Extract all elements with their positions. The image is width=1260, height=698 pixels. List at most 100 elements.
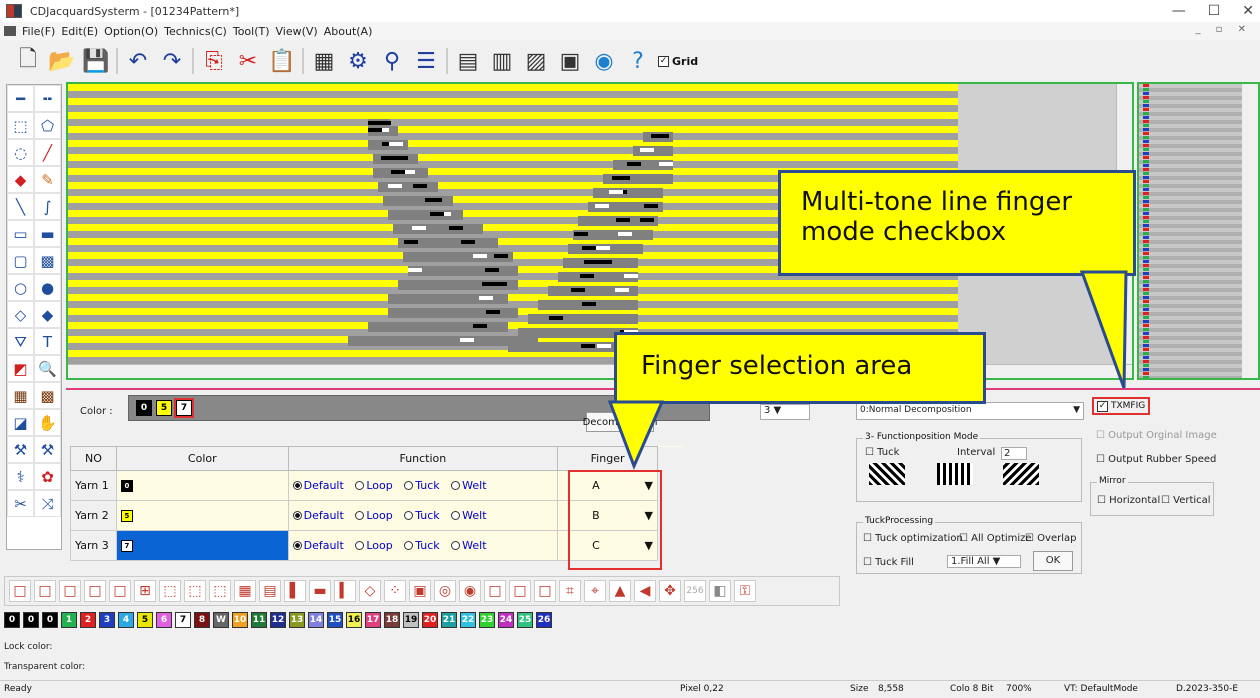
pencil-icon[interactable]: ✎ — [34, 166, 61, 193]
mode-pattern-3[interactable] — [1003, 463, 1039, 485]
palette-color-22[interactable]: 22 — [460, 612, 476, 628]
new-file-icon[interactable]: 🗋 — [14, 47, 42, 75]
radio-welt[interactable]: Welt — [451, 539, 487, 552]
pattern-icon[interactable]: ▦ — [310, 47, 338, 75]
palette-color-2[interactable]: 2 — [80, 612, 96, 628]
arrow-left-icon[interactable]: ◀ — [634, 580, 656, 602]
save-icon[interactable]: 💾 — [82, 47, 110, 75]
redo-icon[interactable]: ↷ — [158, 47, 186, 75]
radio-loop[interactable]: Loop — [355, 509, 393, 522]
ellipse-icon[interactable]: ○ — [7, 274, 34, 301]
menu-view[interactable]: View(V) — [276, 25, 318, 38]
square-icon[interactable]: □ — [59, 580, 81, 602]
menu-option[interactable]: Option(O) — [104, 25, 158, 38]
palette-color-3[interactable]: 3 — [99, 612, 115, 628]
color-index-panel[interactable] — [1137, 82, 1260, 380]
overlap-checkbox[interactable]: ☐ Overlap — [1025, 533, 1076, 544]
square-icon[interactable]: □ — [84, 580, 106, 602]
line-tool-icon[interactable]: ╲ — [7, 193, 34, 220]
palette-color-26[interactable]: 26 — [536, 612, 552, 628]
help-icon[interactable]: ? — [624, 47, 652, 75]
brush-icon[interactable]: ⚕ — [7, 463, 34, 490]
zoom-icon[interactable]: 🔍 — [34, 355, 61, 382]
palette-color-18[interactable]: 18 — [384, 612, 400, 628]
yarn-color-cell[interactable]: 0 — [115, 470, 289, 501]
diamond-icon[interactable]: ◇ — [7, 301, 34, 328]
tuck-optimization-checkbox[interactable]: ☐ Tuck optimization — [863, 533, 963, 544]
pattern-fill-icon[interactable]: ▦ — [7, 382, 34, 409]
columns-icon[interactable]: ▨ — [522, 47, 550, 75]
layer-icon[interactable]: ◪ — [7, 409, 34, 436]
paste-icon[interactable]: 📋 — [268, 47, 296, 75]
minus-icon[interactable]: ▬ — [309, 580, 331, 602]
palette-color-0[interactable]: 0 — [23, 612, 39, 628]
grid-checkbox[interactable]: ✓ Grid — [658, 55, 698, 68]
text-icon[interactable]: T — [34, 328, 61, 355]
curve-tool-icon[interactable]: ∫ — [34, 193, 61, 220]
small-select[interactable]: 3 ▼ — [760, 404, 810, 420]
palette-color-6[interactable]: 6 — [156, 612, 172, 628]
palette-color-16[interactable]: 16 — [346, 612, 362, 628]
square-icon[interactable]: □ — [34, 580, 56, 602]
transform-icon[interactable]: ⬚ — [159, 580, 181, 602]
grid-shape-icon[interactable]: ⊞ — [134, 580, 156, 602]
mode-pattern-1[interactable] — [869, 463, 905, 485]
color-chip-7[interactable]: 7 — [174, 398, 194, 418]
palette-color-25[interactable]: 25 — [517, 612, 533, 628]
scatter-icon[interactable]: ⁘ — [384, 580, 406, 602]
menu-technics[interactable]: Technics(C) — [164, 25, 227, 38]
mdi-controls[interactable]: _ ▫ ✕ — [1195, 24, 1252, 35]
radio-default[interactable]: Default — [292, 479, 344, 492]
close-button[interactable]: ✕ — [1242, 3, 1254, 19]
function-cell[interactable]: Default Loop Tuck Welt — [287, 500, 559, 531]
radio-loop[interactable]: Loop — [355, 539, 393, 552]
lines-icon[interactable]: ☰ — [412, 47, 440, 75]
needle-icon[interactable]: ⚲ — [378, 47, 406, 75]
palette-color-8[interactable]: 8 — [194, 612, 210, 628]
interval-input[interactable]: 2 — [1001, 447, 1027, 460]
minimize-button[interactable]: — — [1172, 3, 1186, 19]
circle-icon[interactable]: ◎ — [434, 580, 456, 602]
open-folder-icon[interactable]: 📂 — [48, 47, 76, 75]
rotate-icon[interactable]: ✥ — [659, 580, 681, 602]
crop-icon[interactable]: ⌗ — [559, 580, 581, 602]
bar-icon[interactable]: ▌ — [284, 580, 306, 602]
function-cell[interactable]: Default Loop Tuck Welt — [287, 530, 559, 561]
menu-edit[interactable]: Edit(E) — [61, 25, 98, 38]
radio-loop[interactable]: Loop — [355, 479, 393, 492]
palette-color-0[interactable]: 0 — [4, 612, 20, 628]
function-cell[interactable]: Default Loop Tuck Welt — [287, 470, 559, 501]
list-icon[interactable]: ▥ — [488, 47, 516, 75]
square-icon[interactable]: □ — [509, 580, 531, 602]
square-icon[interactable]: □ — [534, 580, 556, 602]
palette-color-15[interactable]: 15 — [327, 612, 343, 628]
menu-about[interactable]: About(A) — [324, 25, 373, 38]
palette-color-11[interactable]: 11 — [251, 612, 267, 628]
palette-color-4[interactable]: 4 — [118, 612, 134, 628]
radio-default[interactable]: Default — [292, 539, 344, 552]
poly-select-icon[interactable]: ⬠ — [34, 112, 61, 139]
tuck-fill-checkbox[interactable]: ☐ Tuck Fill — [863, 557, 914, 568]
wand-color-icon[interactable]: ⚒ — [34, 436, 61, 463]
filled-rounded-rect-icon[interactable]: ▩ — [34, 247, 61, 274]
circle-icon[interactable]: ◉ — [459, 580, 481, 602]
picker-icon[interactable]: ╱ — [34, 139, 61, 166]
filled-diamond-icon[interactable]: ◆ — [34, 301, 61, 328]
maximize-button[interactable]: ☐ — [1208, 3, 1221, 19]
transform-icon[interactable]: ⬚ — [184, 580, 206, 602]
palette-color-10[interactable]: 10 — [232, 612, 248, 628]
txmfig-checkbox[interactable]: ✓ TXMFIG — [1092, 397, 1150, 415]
scissors-icon[interactable]: ✂ — [7, 490, 34, 517]
palette-color-19[interactable]: 19 — [403, 612, 419, 628]
radio-welt[interactable]: Welt — [451, 479, 487, 492]
palette-color-14[interactable]: 14 — [308, 612, 324, 628]
bar-icon[interactable]: ▍ — [334, 580, 356, 602]
eraser-icon[interactable]: ◆ — [7, 166, 34, 193]
count-icon[interactable]: 256 — [684, 580, 706, 602]
dropdown-arrow-icon[interactable]: ▼ — [1073, 405, 1080, 415]
rect-select-icon[interactable]: ⬚ — [7, 112, 34, 139]
color-replace-icon[interactable]: ◩ — [7, 355, 34, 382]
rectangle-icon[interactable]: ▭ — [7, 220, 34, 247]
radio-tuck[interactable]: Tuck — [404, 509, 440, 522]
texture-icon[interactable]: ▩ — [34, 382, 61, 409]
